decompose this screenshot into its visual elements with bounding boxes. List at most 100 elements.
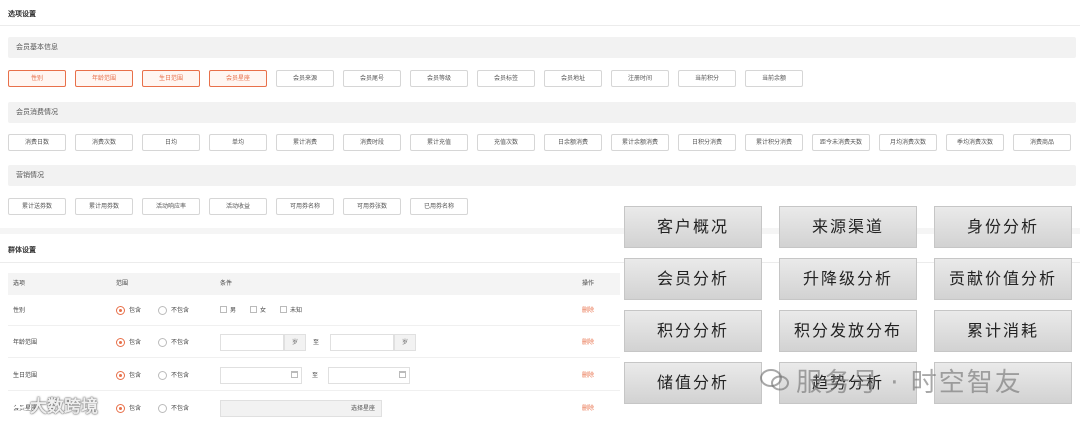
table-header: 选项 范围 条件 操作 xyxy=(8,273,620,295)
table-row-birthday: 生日范围 包含 不包含 至 删除 xyxy=(8,361,620,391)
exclude-radio[interactable] xyxy=(158,306,167,315)
option-chip[interactable]: 当前余额 xyxy=(745,70,803,87)
delete-link[interactable]: 删除 xyxy=(582,361,594,391)
option-chip[interactable]: 累计充值 xyxy=(410,134,468,151)
option-chip[interactable]: 性别 xyxy=(8,70,66,87)
options-title: 选项设置 xyxy=(8,10,36,18)
constellation-select[interactable]: 选择星座 xyxy=(220,400,382,417)
row-option-label: 生日范围 xyxy=(13,372,38,379)
female-checkbox[interactable] xyxy=(250,306,257,313)
include-label: 包含 xyxy=(129,339,142,346)
option-chip[interactable]: 会员等级 xyxy=(410,70,468,87)
option-chip[interactable]: 日余额消费 xyxy=(544,134,602,151)
feature-tile[interactable]: 积分分析 xyxy=(624,310,762,352)
group-head-marketing: 营销情况 xyxy=(8,165,1076,186)
option-chip[interactable]: 距今未消费天数 xyxy=(812,134,870,151)
option-chip[interactable]: 生日范围 xyxy=(142,70,200,87)
option-chip[interactable]: 消费日数 xyxy=(8,134,66,151)
header-option: 选项 xyxy=(13,280,26,287)
option-chip[interactable]: 充值次数 xyxy=(477,134,535,151)
feature-tile[interactable]: 升降级分析 xyxy=(779,258,917,300)
option-chip[interactable]: 已用券名称 xyxy=(410,198,468,215)
male-label: 男 xyxy=(230,307,237,314)
calendar-icon[interactable] xyxy=(399,371,406,378)
delete-link[interactable]: 删除 xyxy=(582,328,594,358)
option-chip[interactable]: 当前积分 xyxy=(678,70,736,87)
option-chip[interactable]: 会员标签 xyxy=(477,70,535,87)
table-row-constellation: 会员星座 包含 不包含 选择星座 删除 xyxy=(8,394,620,424)
chain-icon xyxy=(8,397,27,409)
include-label: 包含 xyxy=(129,307,142,314)
feature-tile[interactable]: 储值分析 xyxy=(624,362,762,404)
option-chip[interactable]: 会员来源 xyxy=(276,70,334,87)
feature-tile[interactable]: 积分发放分布 xyxy=(779,310,917,352)
include-radio[interactable] xyxy=(116,371,125,380)
feature-tile[interactable]: 客户概况 xyxy=(624,206,762,248)
birthday-start-input[interactable] xyxy=(220,367,302,384)
option-chip[interactable]: 消费时段 xyxy=(343,134,401,151)
option-chip[interactable]: 活动响应率 xyxy=(142,198,200,215)
header-condition: 条件 xyxy=(220,280,233,287)
option-chip[interactable]: 可用券名称 xyxy=(276,198,334,215)
option-chip[interactable]: 月均消费次数 xyxy=(879,134,937,151)
to-label: 至 xyxy=(313,339,320,346)
option-chip[interactable]: 会员地址 xyxy=(544,70,602,87)
wechat-icon xyxy=(760,369,789,391)
unknown-label: 未知 xyxy=(290,307,303,314)
age-min-unit: 岁 xyxy=(284,334,306,351)
option-chip[interactable]: 日积分消费 xyxy=(678,134,736,151)
option-chip[interactable]: 年龄范围 xyxy=(75,70,133,87)
option-chip[interactable]: 会员星座 xyxy=(209,70,267,87)
feature-tile[interactable]: 来源渠道 xyxy=(779,206,917,248)
delete-link[interactable]: 删除 xyxy=(582,394,594,424)
option-chip[interactable]: 累计用券数 xyxy=(75,198,133,215)
option-chip[interactable]: 可用券张数 xyxy=(343,198,401,215)
exclude-label: 不包含 xyxy=(171,372,190,379)
option-chip[interactable]: 季均消费次数 xyxy=(946,134,1004,151)
option-chip[interactable]: 消费次数 xyxy=(75,134,133,151)
age-max-unit: 岁 xyxy=(394,334,416,351)
watermark-text: 服务号 · 时空智友 xyxy=(796,368,1023,398)
group-settings-title: 群体设置 xyxy=(8,246,36,254)
option-chip[interactable]: 会员尾号 xyxy=(343,70,401,87)
row-option-label: 性别 xyxy=(13,307,26,314)
option-chip[interactable]: 注册时间 xyxy=(611,70,669,87)
option-chip[interactable]: 累计余额消费 xyxy=(611,134,669,151)
exclude-label: 不包含 xyxy=(171,339,190,346)
include-radio[interactable] xyxy=(116,306,125,315)
include-label: 包含 xyxy=(129,405,142,412)
birthday-end-input[interactable] xyxy=(328,367,410,384)
include-radio[interactable] xyxy=(116,404,125,413)
option-chip[interactable]: 日均 xyxy=(142,134,200,151)
option-chip[interactable]: 累计积分消费 xyxy=(745,134,803,151)
table-row-gender: 性别 包含 不包含 男 女 未知 删除 xyxy=(8,296,620,326)
age-max-input[interactable] xyxy=(330,334,394,351)
feature-tile[interactable]: 累计消耗 xyxy=(934,310,1072,352)
delete-link[interactable]: 删除 xyxy=(582,296,594,326)
option-chip[interactable]: 累计消费 xyxy=(276,134,334,151)
options-divider xyxy=(0,25,1080,26)
row-option-label: 年龄范围 xyxy=(13,339,38,346)
exclude-radio[interactable] xyxy=(158,338,167,347)
feature-tile[interactable]: 贡献价值分析 xyxy=(934,258,1072,300)
include-radio[interactable] xyxy=(116,338,125,347)
option-chip[interactable]: 累计送券数 xyxy=(8,198,66,215)
exclude-radio[interactable] xyxy=(158,404,167,413)
unknown-checkbox[interactable] xyxy=(280,306,287,313)
option-chip[interactable]: 单均 xyxy=(209,134,267,151)
exclude-label: 不包含 xyxy=(171,307,190,314)
calendar-icon[interactable] xyxy=(291,371,298,378)
header-range: 范围 xyxy=(116,280,129,287)
to-label: 至 xyxy=(312,372,319,379)
table-row-age: 年龄范围 包含 不包含 岁 至 岁 删除 xyxy=(8,328,620,358)
age-min-input[interactable] xyxy=(220,334,284,351)
option-chip[interactable]: 活动收益 xyxy=(209,198,267,215)
feature-tile[interactable]: 会员分析 xyxy=(624,258,762,300)
female-label: 女 xyxy=(260,307,267,314)
exclude-label: 不包含 xyxy=(171,405,190,412)
group-head-consumption: 会员消费情况 xyxy=(8,102,1076,123)
option-chip[interactable]: 消费商品 xyxy=(1013,134,1071,151)
male-checkbox[interactable] xyxy=(220,306,227,313)
exclude-radio[interactable] xyxy=(158,371,167,380)
feature-tile[interactable]: 身份分析 xyxy=(934,206,1072,248)
